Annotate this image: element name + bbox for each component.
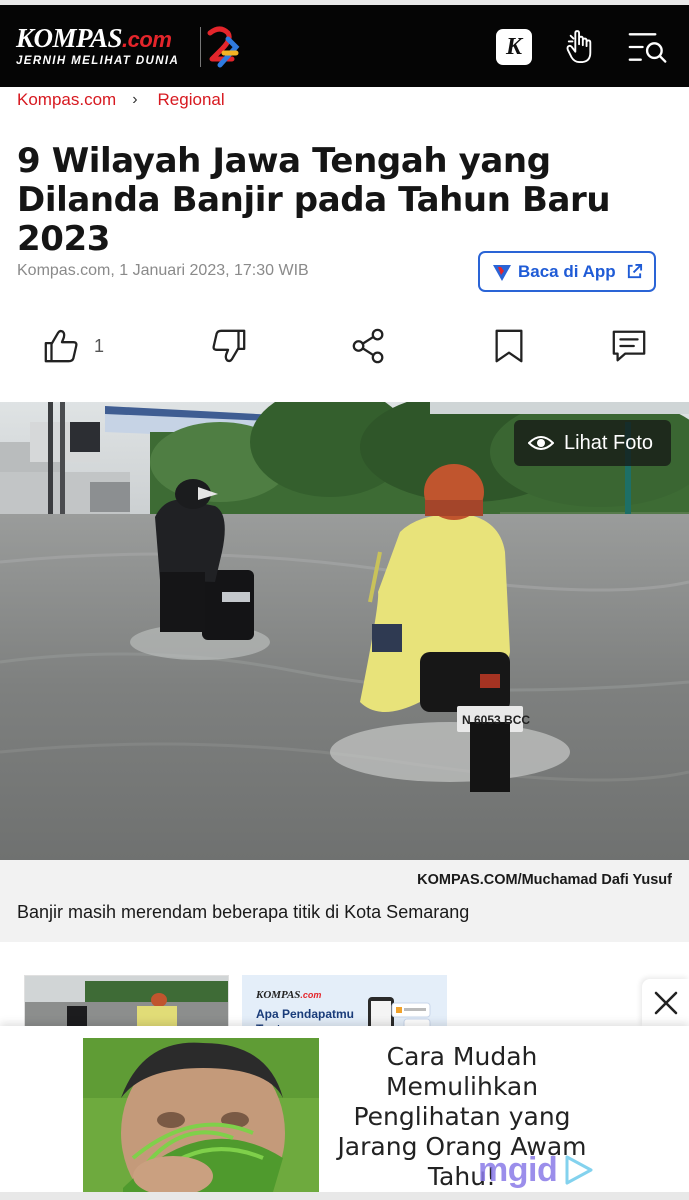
bottom-edge (0, 1192, 689, 1200)
breadcrumb-home-link[interactable]: Kompas.com (17, 90, 116, 110)
like-count: 1 (94, 335, 105, 356)
eye-icon (528, 436, 555, 450)
close-icon (654, 991, 677, 1015)
read-in-app-label: Baca di App (518, 261, 616, 281)
bookmark-icon (495, 329, 523, 363)
thumb-kompas-logo: KOMPAS.com (256, 989, 322, 1001)
flood-street-image: N 6053 BCC (0, 402, 689, 860)
logo-tagline: JERNIH MELIHAT DUNIA (16, 55, 180, 67)
play-triangle-icon (565, 1155, 593, 1185)
mgid-brand-text: mgid (478, 1150, 558, 1189)
comment-button[interactable] (610, 324, 648, 368)
mgid-logo[interactable]: mgid (478, 1150, 595, 1190)
article-photo[interactable]: N 6053 BCC Lihat Foto (0, 402, 689, 860)
ad-man-with-herbs-image (83, 1038, 319, 1192)
like-button[interactable]: 1 (42, 324, 104, 368)
logo-divider (200, 27, 201, 67)
external-link-icon (627, 263, 642, 279)
related-article-thumbnail[interactable]: KOMPAS.com Apa Pendapatmu Tentang (242, 975, 447, 1031)
article-byline: Kompas.com, 1 Januari 2023, 17:30 WIB (17, 262, 309, 279)
article-title: 9 Wilayah Jawa Tengah yang Dilanda Banji… (17, 141, 611, 259)
close-ad-button[interactable] (642, 979, 689, 1027)
view-photo-button[interactable]: Lihat Foto (514, 420, 671, 466)
thumbs-down-icon (212, 329, 246, 363)
site-header: KOMPAS.com JERNIH MELIHAT DUNIA K (0, 5, 689, 87)
license-plate: N 6053 BCC (462, 713, 530, 727)
photo-credit: KOMPAS.COM/Muchamad Dafi Yusuf (417, 872, 672, 888)
kompas-logo[interactable]: KOMPAS.com JERNIH MELIHAT DUNIA (16, 25, 180, 68)
related-flood-image (25, 976, 228, 1030)
article-actions: 1 (0, 320, 689, 372)
pointing-hand-icon[interactable] (560, 27, 600, 67)
view-photo-label: Lihat Foto (564, 431, 653, 454)
ad-image[interactable] (83, 1038, 319, 1192)
share-icon (352, 328, 384, 364)
comment-icon (612, 330, 646, 362)
kompas-k-app-icon[interactable]: K (494, 27, 534, 67)
breadcrumb-regional-link[interactable]: Regional (158, 90, 225, 110)
bookmark-button[interactable] (490, 324, 528, 368)
read-in-app-button[interactable]: Baca di App (478, 251, 656, 292)
menu-search-icon[interactable] (628, 27, 668, 67)
breadcrumb: Kompas.com › Regional (17, 90, 225, 110)
photo-caption-box: KOMPAS.COM/Muchamad Dafi Yusuf Banjir ma… (0, 860, 689, 942)
dislike-button[interactable] (210, 324, 248, 368)
anniversary-badge-icon (207, 26, 240, 68)
photo-caption: Banjir masih merendam beberapa titik di … (17, 902, 470, 922)
thumbs-up-icon (44, 329, 78, 363)
chevron-right-icon: › (132, 91, 138, 108)
related-article-thumbnail[interactable] (24, 975, 229, 1031)
share-button[interactable] (350, 324, 388, 368)
kompas-app-logo-icon (493, 264, 511, 281)
